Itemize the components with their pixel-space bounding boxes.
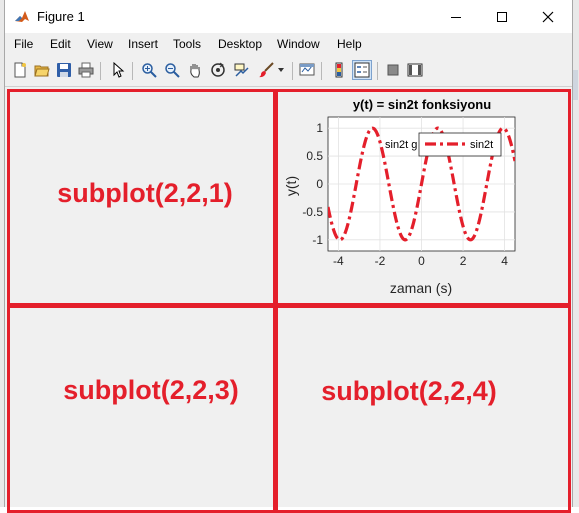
y-tick-label: -1 <box>312 233 323 247</box>
pointer-button[interactable] <box>108 60 128 80</box>
hide-plot-tools-icon <box>387 64 399 76</box>
new-figure-icon <box>14 62 26 78</box>
pan-button[interactable] <box>185 60 205 80</box>
link-plot-icon <box>299 63 315 76</box>
close-icon <box>542 11 554 22</box>
figure-window: Figure 1 File Edit View Insert Tools Des… <box>4 0 573 513</box>
brush-icon <box>259 62 274 78</box>
toolbar-separator <box>132 62 133 80</box>
toolbar-separator <box>377 62 378 80</box>
subplot-frame-4 <box>273 303 571 513</box>
link-plot-button[interactable] <box>297 60 317 80</box>
open-file-icon <box>34 65 50 77</box>
save-icon <box>57 63 71 77</box>
y-tick-label: 0 <box>316 177 323 191</box>
brush-dropdown-button[interactable] <box>275 60 287 80</box>
menu-file[interactable]: File <box>14 37 33 51</box>
menu-tools[interactable]: Tools <box>173 37 201 51</box>
x-tick-label: 4 <box>501 254 508 268</box>
x-tick-label: 2 <box>460 254 467 268</box>
subplot-frame-3 <box>7 303 278 513</box>
sin2t-chart[interactable]: y(t) = sin2t fonksiyonu -4 -2 0 2 4 1 0.5 0 -0.… <box>276 92 546 305</box>
show-plot-tools-icon <box>407 63 423 77</box>
colorbar-icon <box>335 62 343 78</box>
toolbar-separator <box>321 62 322 80</box>
menu-bar: File Edit View Insert Tools Desktop Wind… <box>5 33 572 81</box>
subplot-label-1: subplot(2,2,1) <box>57 178 233 208</box>
y-tick-label: 0.5 <box>306 149 323 163</box>
maximize-icon <box>497 11 507 22</box>
minimize-icon <box>451 16 461 18</box>
pointer-icon <box>113 62 125 78</box>
zoom-in-icon <box>142 63 157 78</box>
window-title: Figure 1 <box>37 9 85 24</box>
x-axis-label: zaman (s) <box>390 280 452 296</box>
print-icon <box>78 62 94 78</box>
new-figure-button[interactable] <box>10 60 30 80</box>
menu-help[interactable]: Help <box>337 37 362 51</box>
zoom-out-button[interactable] <box>162 60 182 80</box>
x-tick-label: -4 <box>333 254 344 268</box>
menu-edit[interactable]: Edit <box>50 37 71 51</box>
y-tick-label: -0.5 <box>302 205 323 219</box>
y-tick-label: 1 <box>316 121 323 135</box>
minimize-button[interactable] <box>433 0 479 33</box>
title-bar[interactable]: Figure 1 <box>5 0 572 33</box>
toolbar-separator <box>292 62 293 80</box>
close-button[interactable] <box>525 0 571 33</box>
save-button[interactable] <box>54 60 74 80</box>
data-cursor-button[interactable] <box>231 60 251 80</box>
legend-button[interactable] <box>352 60 372 80</box>
chart-annotation: sin2t g <box>385 139 417 151</box>
hide-plot-tools-button[interactable] <box>383 60 403 80</box>
zoom-out-icon <box>165 63 180 78</box>
toolbar-separator <box>100 62 101 80</box>
rotate-3d-icon <box>211 62 225 77</box>
print-button[interactable] <box>76 60 96 80</box>
matlab-icon <box>14 9 30 25</box>
chart-legend: sin2t <box>418 132 502 157</box>
subplot-label-3: subplot(2,2,3) <box>63 375 239 405</box>
menu-view[interactable]: View <box>87 37 113 51</box>
background-right-window <box>572 0 579 507</box>
menu-window[interactable]: Window <box>277 37 320 51</box>
y-axis-label: y(t) <box>283 176 299 196</box>
chevron-down-icon <box>278 68 284 72</box>
y-ticks: 1 0.5 0 -0.5 -1 <box>302 121 323 247</box>
x-tick-label: -2 <box>375 254 386 268</box>
maximize-button[interactable] <box>479 0 525 33</box>
subplot-label-4: subplot(2,2,4) <box>321 376 497 406</box>
chart-title: y(t) = sin2t fonksiyonu <box>353 97 491 112</box>
colorbar-button[interactable] <box>329 60 349 80</box>
x-tick-label: 0 <box>418 254 425 268</box>
pan-icon <box>190 64 200 78</box>
zoom-in-button[interactable] <box>139 60 159 80</box>
figure-toolbar <box>5 55 572 87</box>
x-ticks: -4 -2 0 2 4 <box>333 254 508 268</box>
legend-icon <box>354 62 370 78</box>
figure-canvas[interactable]: subplot(2,2,1) subplot(2,2,3) subplot(2,… <box>5 87 572 513</box>
brush-button[interactable] <box>256 60 276 80</box>
show-plot-tools-button[interactable] <box>405 60 425 80</box>
menu-desktop[interactable]: Desktop <box>218 37 262 51</box>
open-file-button[interactable] <box>32 60 52 80</box>
data-cursor-icon <box>234 63 249 77</box>
menu-insert[interactable]: Insert <box>128 37 158 51</box>
legend-entry: sin2t <box>470 139 493 151</box>
rotate-3d-button[interactable] <box>208 60 228 80</box>
